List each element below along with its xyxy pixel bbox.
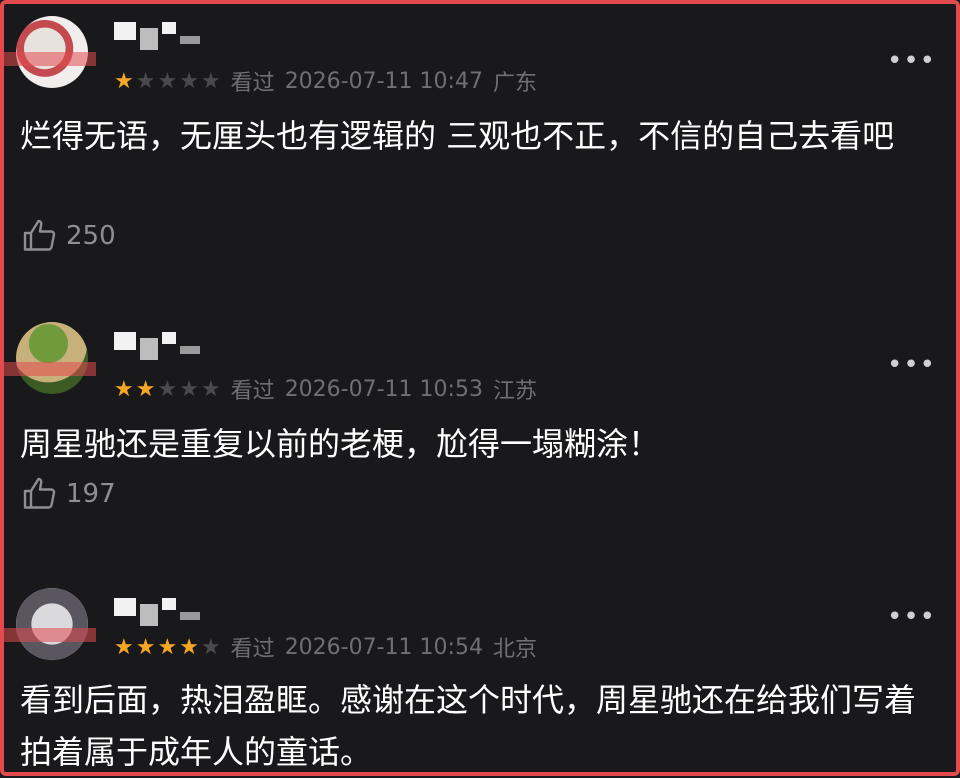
star-icon: ★ [157, 376, 178, 402]
star-icon: ★ [200, 68, 221, 94]
star-icon: ★ [135, 68, 156, 94]
review-meta: ★ ★ ★ ★ ★ 看过 2026-07-11 10:53 江苏 [114, 374, 537, 405]
star-icon: ★ [179, 68, 199, 94]
more-options-icon[interactable]: ••• [887, 602, 936, 632]
username-redacted[interactable] [114, 598, 214, 626]
like-count: 197 [66, 479, 116, 509]
user-avatar[interactable] [16, 588, 88, 660]
star-icon: ★ [114, 68, 134, 94]
star-rating: ★ ★ ★ ★ ★ [114, 635, 221, 660]
review-content: 周星驰还是重复以前的老梗，尬得一塌糊涂！ [20, 425, 661, 463]
avatar-redaction [4, 362, 96, 376]
star-icon: ★ [135, 376, 156, 402]
review-meta: ★ ★ ★ ★ ★ 看过 2026-07-11 10:54 北京 [114, 632, 537, 663]
star-icon: ★ [157, 634, 178, 660]
more-options-icon[interactable]: ••• [887, 46, 936, 76]
star-icon: ★ [179, 376, 199, 402]
star-icon: ★ [200, 634, 221, 660]
username-redacted[interactable] [114, 22, 214, 50]
review-datetime: 2026-07-11 10:54 [284, 634, 483, 660]
star-rating: ★ ★ ★ ★ ★ [114, 69, 221, 94]
star-icon: ★ [200, 376, 221, 402]
thumb-up-icon [23, 219, 56, 251]
like-button[interactable]: 250 [22, 218, 116, 254]
like-button[interactable]: 197 [22, 476, 116, 512]
avatar-redaction [4, 628, 96, 642]
user-avatar[interactable] [16, 322, 88, 394]
avatar-redaction [4, 52, 96, 66]
watch-status: 看过 [230, 637, 275, 662]
review-meta: ★ ★ ★ ★ ★ 看过 2026-07-11 10:47 广东 [114, 66, 537, 97]
more-options-icon[interactable]: ••• [887, 350, 936, 380]
review-location: 广东 [492, 71, 537, 96]
star-icon: ★ [114, 634, 134, 660]
review-datetime: 2026-07-11 10:47 [284, 68, 483, 94]
star-rating: ★ ★ ★ ★ ★ [114, 377, 221, 402]
review-content: 看到后面，热泪盈眶。感谢在这个时代，周星驰还在给我们写着拍着属于成年人的童话。 [20, 681, 917, 771]
review-datetime: 2026-07-11 10:53 [284, 376, 483, 402]
review-location: 北京 [492, 637, 537, 662]
star-icon: ★ [179, 634, 199, 660]
star-icon: ★ [135, 634, 156, 660]
thumb-up-icon [23, 477, 56, 509]
star-icon: ★ [114, 376, 134, 402]
review-content: 烂得无语，无厘头也有逻辑的 三观也不正，不信的自己去看吧 [20, 117, 895, 155]
watch-status: 看过 [230, 71, 275, 96]
review-list: ★ ★ ★ ★ ★ 看过 2026-07-11 10:47 广东 ••• 烂得无语，无厘… [0, 0, 960, 776]
watch-status: 看过 [230, 379, 275, 404]
username-redacted[interactable] [114, 332, 214, 360]
review-location: 江苏 [492, 379, 537, 404]
star-icon: ★ [157, 68, 178, 94]
like-count: 250 [66, 221, 116, 251]
